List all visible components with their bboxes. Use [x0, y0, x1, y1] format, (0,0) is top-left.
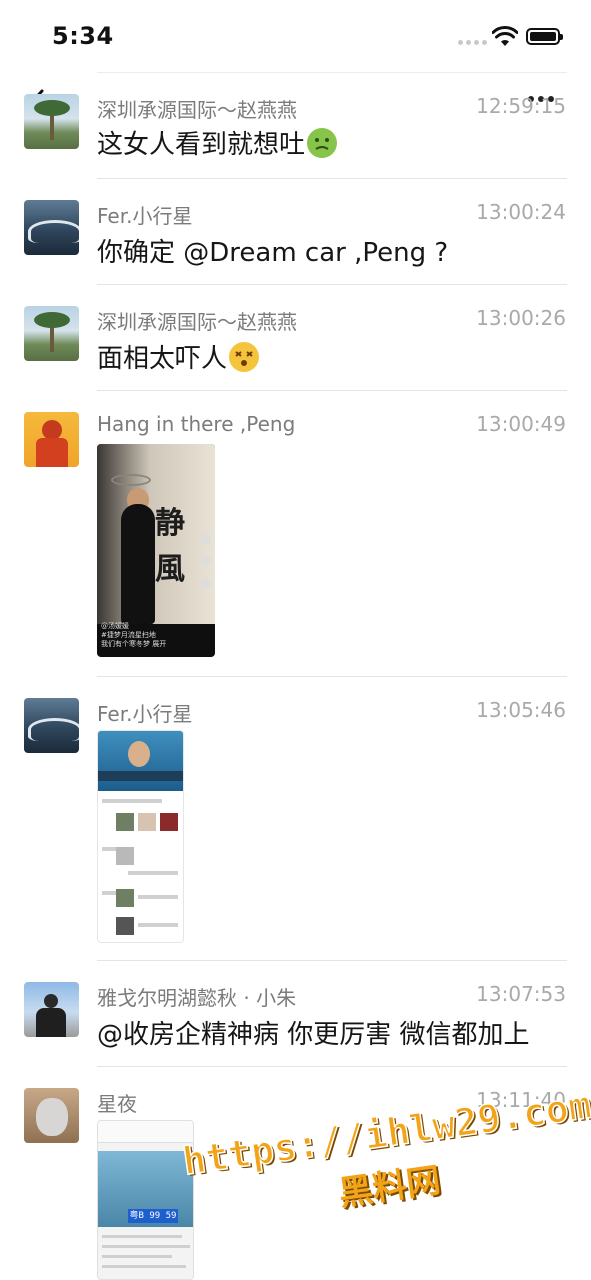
thumb-text-line: [128, 871, 178, 875]
thumb-calligraphy: 静: [155, 506, 185, 541]
thumb-person: [121, 504, 155, 624]
thumb-text-line: [102, 799, 162, 803]
thumb-text-line: [138, 895, 178, 899]
avatar[interactable]: [24, 306, 79, 361]
comment-time: 13:00:26: [476, 306, 566, 330]
comment-time: 13:00:24: [476, 200, 566, 224]
avatar[interactable]: [24, 94, 79, 149]
wifi-icon: [492, 26, 518, 46]
comment-author[interactable]: Fer.小行星: [97, 200, 192, 229]
comment-text: 面相太吓人: [97, 338, 260, 375]
signal-icon: [458, 40, 487, 45]
divider: [97, 1066, 567, 1067]
comment-time: 13:05:46: [476, 698, 566, 722]
thumb-photo: [116, 813, 134, 831]
battery-icon: [526, 28, 563, 45]
status-bar: 5:34: [0, 0, 591, 72]
car-plate-screenshot-thumbnail[interactable]: 粤B 99 59: [97, 1120, 194, 1280]
divider: [97, 178, 567, 179]
avatar[interactable]: [24, 982, 79, 1037]
comment-icon: [201, 556, 211, 566]
comment-text: @收房企精神病 你更厉害 微信都加上: [97, 1020, 530, 1050]
comment-author[interactable]: Fer.小行星: [97, 698, 192, 727]
comment-author[interactable]: 星夜: [97, 1088, 137, 1117]
video-thumbnail[interactable]: 静 風 @汤媛媛 #捷梦月流星扫地 我们有个寒冬梦 展开: [97, 444, 215, 657]
comment-text: 这女人看到就想吐: [97, 124, 338, 161]
divider: [97, 676, 567, 677]
avatar[interactable]: [24, 698, 79, 753]
thumb-text-line: [102, 1235, 182, 1238]
thumb-caption-line: #捷梦月流星扫地: [101, 631, 156, 639]
comment-author[interactable]: 雅戈尔明湖懿秋 · 小朱: [97, 982, 296, 1011]
comment-time: 12:59:15: [476, 94, 566, 118]
thumb-photo: [116, 847, 134, 865]
divider: [97, 284, 567, 285]
like-icon: [201, 534, 211, 544]
thumb-calligraphy: 風: [155, 552, 185, 587]
avatar[interactable]: [24, 412, 79, 467]
thumb-photo: [116, 917, 134, 935]
divider: [97, 960, 567, 961]
thumb-text-line: [102, 1255, 172, 1258]
license-plate: 粤B 99 59: [128, 1209, 178, 1223]
watermark: https://ihlw29.com 黑料网: [179, 1082, 591, 1214]
status-time: 5:34: [52, 22, 114, 50]
comment-author[interactable]: Hang in there ,Peng: [97, 412, 295, 436]
thumb-person-face: [128, 741, 150, 767]
dizzy-face-icon: [229, 342, 260, 372]
comment-time: 13:07:53: [476, 982, 566, 1006]
comment-author[interactable]: 深圳承源国际～赵燕燕: [97, 94, 297, 123]
divider: [97, 390, 567, 391]
share-icon: [201, 578, 211, 588]
thumb-photo: [160, 813, 178, 831]
thumb-photo: [138, 813, 156, 831]
comment-text-content: 这女人看到就想吐: [97, 130, 306, 160]
thumb-caption: @汤媛媛 #捷梦月流星扫地 我们有个寒冬梦 展开: [101, 622, 211, 649]
comment-text: 你确定 @Dream car ,Peng ?: [97, 238, 449, 268]
watermark-name: 黑料网: [336, 1160, 443, 1215]
thumb-text-line: [102, 1265, 186, 1268]
thumb-caption-line: @汤媛媛: [101, 622, 129, 630]
thumb-caption-line: 我们有个寒冬梦 展开: [101, 640, 167, 648]
comment-author[interactable]: 深圳承源国际～赵燕燕: [97, 306, 297, 335]
thumb-photo: [116, 889, 134, 907]
profile-screenshot-thumbnail[interactable]: [97, 730, 184, 943]
avatar[interactable]: [24, 1088, 79, 1143]
ceiling-light: [111, 474, 151, 486]
thumb-text-line: [102, 1245, 190, 1248]
divider: [97, 72, 567, 73]
avatar[interactable]: [24, 200, 79, 255]
comment-text-content: 面相太吓人: [97, 344, 228, 374]
thumb-name-bar: [98, 771, 183, 781]
nauseated-face-icon: [307, 128, 338, 158]
thumb-text-line: [138, 923, 178, 927]
comment-time: 13:00:49: [476, 412, 566, 436]
